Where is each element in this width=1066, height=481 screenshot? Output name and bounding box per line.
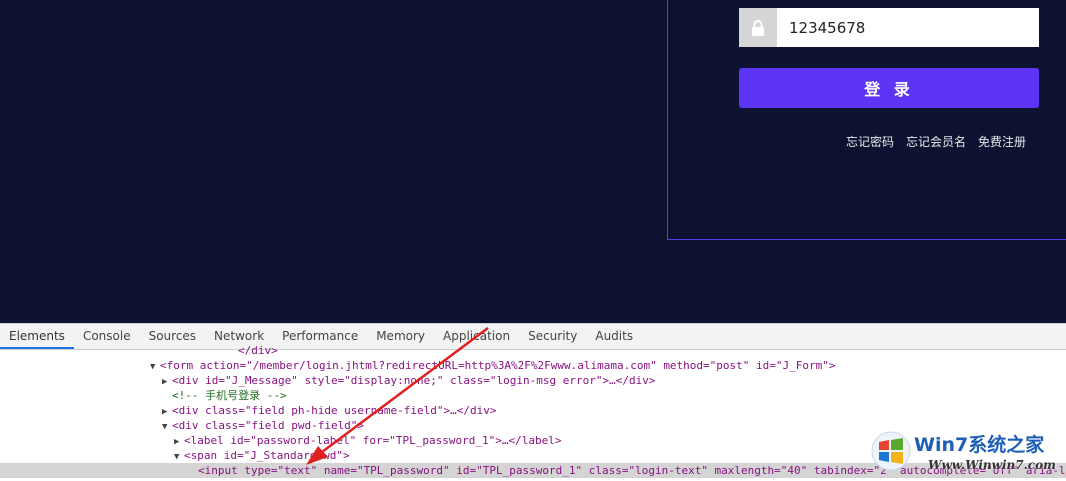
dom-line[interactable]: </div> bbox=[0, 343, 1066, 358]
watermark-title: Win7系统之家 bbox=[914, 434, 1045, 456]
lock-icon bbox=[739, 8, 777, 47]
collapsed-triangle-icon[interactable]: ▶ bbox=[174, 435, 184, 448]
dom-line-text: <span id="J_StandardPwd"> bbox=[184, 449, 350, 462]
dom-line[interactable]: ▶ <div id="J_Message" style="display:none… bbox=[0, 373, 1066, 388]
login-links: 忘记密码 忘记会员名 免费注册 bbox=[846, 133, 1026, 150]
dom-line-text: </div> bbox=[238, 344, 278, 357]
dom-line-text: <label id="password-label" for="TPL_pass… bbox=[184, 434, 562, 447]
password-field-row bbox=[739, 8, 1039, 47]
watermark-url: Www.Winwin7.com bbox=[928, 458, 1056, 472]
dom-line-text: <div id="J_Message" style="display:none;… bbox=[172, 374, 656, 387]
password-input[interactable] bbox=[777, 8, 1039, 47]
watermark: Win7系统之家 Www.Winwin7.com bbox=[870, 428, 1066, 481]
dom-line[interactable]: ▶ <div class="field ph-hide username-fiel… bbox=[0, 403, 1066, 418]
windows-logo-icon bbox=[871, 431, 911, 471]
login-button[interactable]: 登 录 bbox=[739, 68, 1039, 108]
expanded-triangle-icon[interactable]: ▼ bbox=[162, 420, 172, 433]
dom-line-text: <div class="field pwd-field"> bbox=[172, 419, 365, 432]
collapsed-triangle-icon[interactable]: ▶ bbox=[162, 405, 172, 418]
collapsed-triangle-icon[interactable]: ▶ bbox=[162, 375, 172, 388]
forgot-password-link[interactable]: 忘记密码 bbox=[846, 133, 894, 150]
dom-comment-text: <!-- 手机号登录 --> bbox=[172, 389, 287, 402]
dom-line[interactable]: ▼ <form action="/member/login.jhtml?redir… bbox=[0, 358, 1066, 373]
dom-line-text: <form action="/member/login.jhtml?redire… bbox=[160, 359, 836, 372]
register-link[interactable]: 免费注册 bbox=[978, 133, 1026, 150]
expanded-triangle-icon[interactable]: ▼ bbox=[174, 450, 184, 463]
expanded-triangle-icon[interactable]: ▼ bbox=[150, 360, 160, 373]
web-page: 登 录 忘记密码 忘记会员名 免费注册 bbox=[0, 0, 1066, 323]
dom-line-text: <div class="field ph-hide username-field… bbox=[172, 404, 497, 417]
forgot-username-link[interactable]: 忘记会员名 bbox=[906, 133, 966, 150]
dom-line[interactable]: <!-- 手机号登录 --> bbox=[0, 388, 1066, 403]
